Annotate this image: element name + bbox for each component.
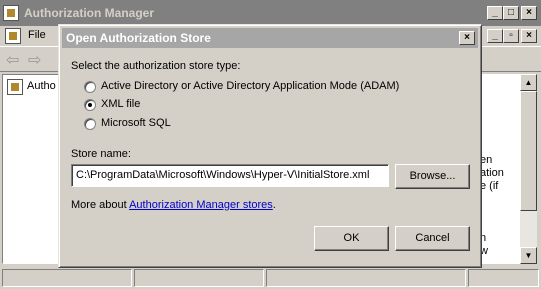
store-name-input[interactable]: C:\ProgramData\Microsoft\Windows\Hyper-V…: [71, 164, 389, 187]
ok-button[interactable]: OK: [314, 226, 389, 251]
main-title-bar: Authorization Manager _ □ ×: [0, 0, 541, 26]
main-window-title: Authorization Manager: [24, 6, 155, 20]
dialog-close-button[interactable]: ×: [459, 31, 475, 45]
app-icon: [3, 5, 19, 21]
child-restore-button[interactable]: ▫: [503, 29, 519, 43]
menu-file[interactable]: File: [28, 29, 46, 41]
more-about-text: More about Authorization Manager stores.: [71, 199, 276, 211]
more-about-prefix: More about: [71, 199, 130, 211]
store-type-label: Select the authorization store type:: [71, 60, 241, 72]
radio-sql[interactable]: [84, 118, 96, 130]
minimize-button[interactable]: _: [487, 6, 503, 20]
status-cell: [2, 269, 132, 287]
more-about-suffix: .: [272, 199, 276, 211]
details-pane: en ation e (if n w: [480, 74, 520, 264]
maximize-icon: □: [507, 7, 515, 18]
browse-button[interactable]: Browse...: [395, 164, 470, 189]
vertical-scrollbar[interactable]: ▲ ▼: [520, 74, 537, 264]
scroll-down-icon[interactable]: ▼: [520, 247, 537, 264]
radio-adam-label[interactable]: Active Directory or Active Directory App…: [101, 80, 399, 92]
console-icon: [5, 28, 21, 44]
forward-arrow-icon[interactable]: ⇨: [28, 50, 41, 70]
details-text-2: ation: [480, 167, 504, 179]
details-text-3: e (if: [480, 180, 499, 192]
back-arrow-icon[interactable]: ⇦: [6, 50, 19, 70]
minimize-icon: _: [492, 7, 498, 18]
close-icon: ×: [464, 32, 470, 43]
close-button[interactable]: ×: [521, 6, 537, 20]
status-bar: [0, 266, 541, 289]
dialog-title: Open Authorization Store: [66, 31, 211, 45]
open-store-dialog: Open Authorization Store × Select the au…: [58, 24, 482, 268]
child-close-button[interactable]: ×: [521, 29, 537, 43]
radio-xml-file[interactable]: [84, 99, 96, 111]
store-name-label: Store name:: [71, 148, 131, 160]
radio-sql-label[interactable]: Microsoft SQL: [101, 117, 171, 129]
status-cell: [134, 269, 264, 287]
tree-node-icon: [7, 79, 23, 95]
child-minimize-button[interactable]: _: [487, 29, 503, 43]
tree-item[interactable]: Autho: [27, 80, 56, 92]
radio-xml-file-label[interactable]: XML file: [101, 98, 140, 110]
status-cell: [468, 269, 539, 287]
radio-adam[interactable]: [84, 81, 96, 93]
status-cell: [266, 269, 466, 287]
dialog-title-bar: Open Authorization Store ×: [62, 28, 478, 48]
close-icon: ×: [526, 7, 532, 18]
cancel-button[interactable]: Cancel: [395, 226, 470, 251]
scroll-thumb[interactable]: [520, 91, 537, 211]
maximize-button[interactable]: □: [503, 6, 519, 20]
tree-pane: Autho: [2, 74, 62, 264]
scroll-up-icon[interactable]: ▲: [520, 74, 537, 91]
auth-manager-stores-link[interactable]: Authorization Manager stores: [129, 199, 273, 211]
